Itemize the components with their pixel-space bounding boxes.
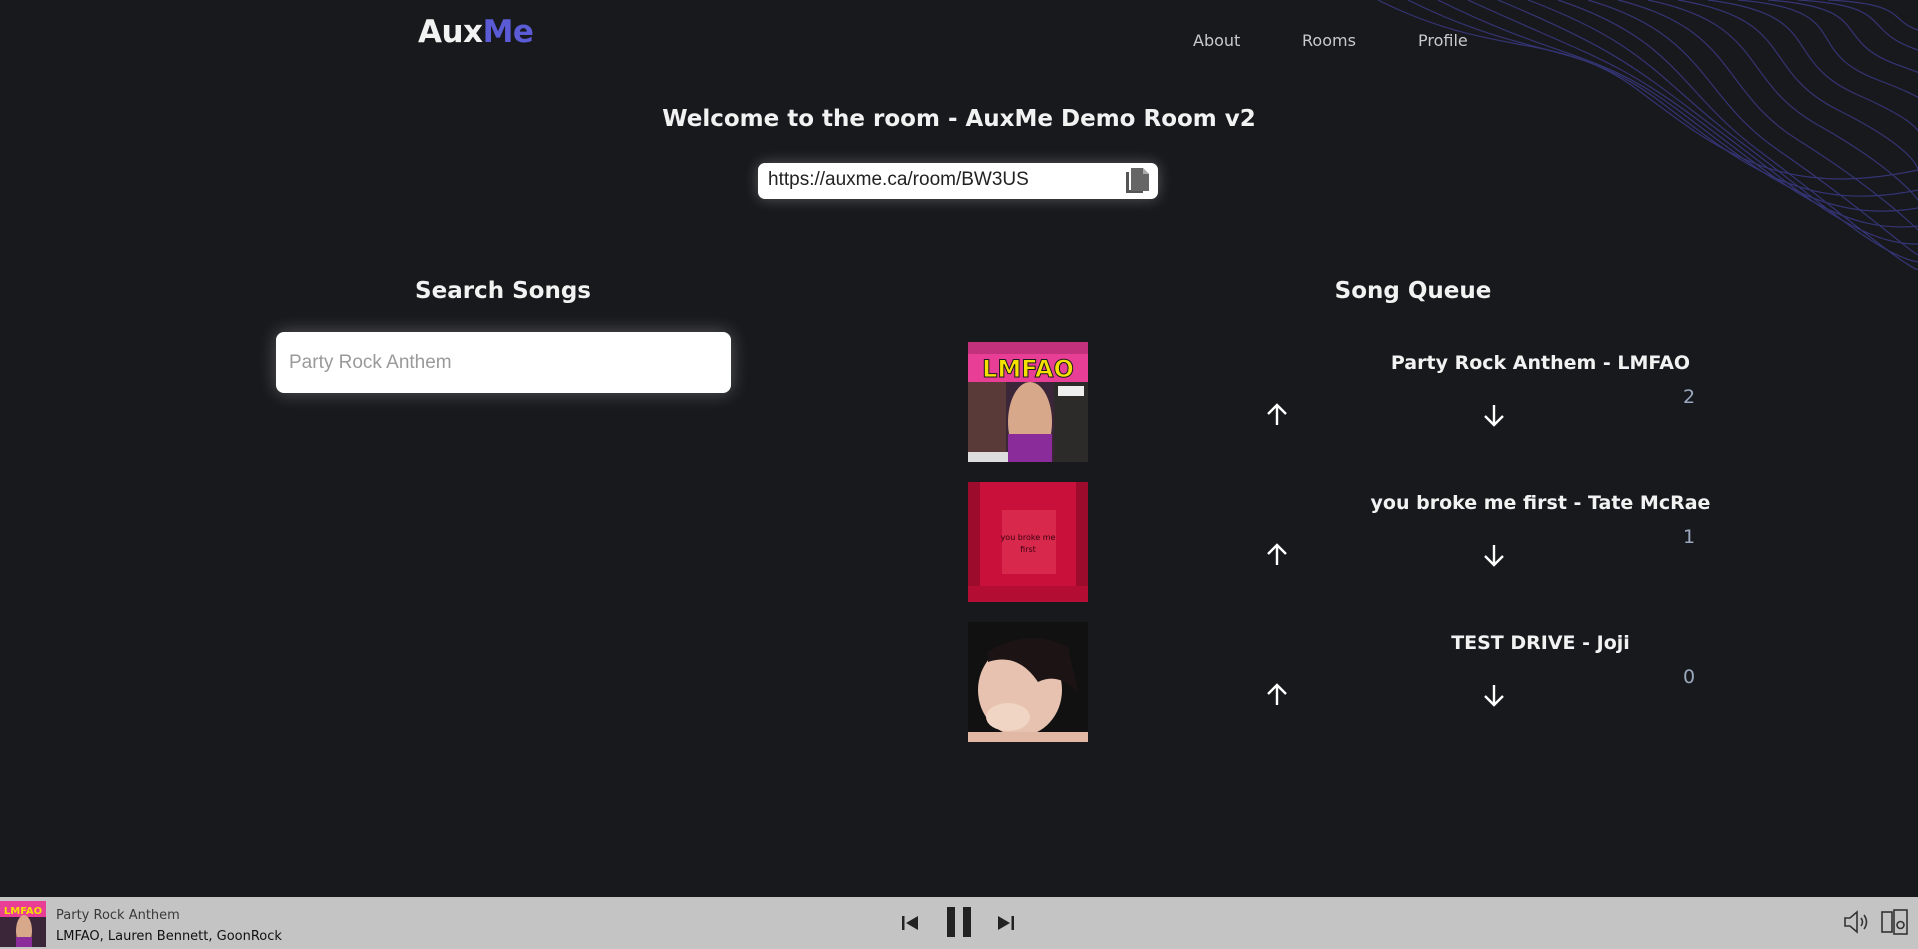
wave-background bbox=[1377, 0, 1918, 270]
room-title: Welcome to the room - AuxMe Demo Room v2 bbox=[662, 106, 1256, 132]
arrow-up-icon[interactable] bbox=[1264, 402, 1290, 428]
nav-profile[interactable]: Profile bbox=[1418, 31, 1468, 50]
room-url-box: https://auxme.ca/room/BW3US bbox=[758, 163, 1158, 199]
nav-rooms[interactable]: Rooms bbox=[1302, 31, 1356, 50]
logo-aux: Aux bbox=[418, 14, 483, 50]
nav-about[interactable]: About bbox=[1193, 31, 1240, 50]
room-url[interactable]: https://auxme.ca/room/BW3US bbox=[768, 169, 1029, 191]
vote-count: 0 bbox=[1683, 666, 1696, 688]
devices-icon[interactable] bbox=[1880, 908, 1910, 936]
vote-count: 1 bbox=[1683, 526, 1696, 548]
queue-item-title: Party Rock Anthem - LMFAO bbox=[1390, 352, 1691, 374]
now-playing-artists[interactable]: LMFAO, Lauren Bennett, GoonRock bbox=[56, 929, 282, 944]
now-playing-track[interactable]: Party Rock Anthem bbox=[56, 908, 180, 923]
album-art: LMFAO bbox=[968, 342, 1088, 462]
now-playing-art[interactable]: LMFAO bbox=[0, 901, 46, 947]
search-input[interactable] bbox=[276, 332, 731, 393]
queue-item: you broke me first you broke me first - … bbox=[968, 482, 1710, 602]
queue-item-title: you broke me first - Tate McRae bbox=[1370, 492, 1711, 514]
svg-text:you broke me: you broke me bbox=[1001, 533, 1056, 542]
album-art bbox=[968, 622, 1088, 742]
arrow-up-icon[interactable] bbox=[1264, 542, 1290, 568]
search-songs-title: Search Songs bbox=[415, 278, 591, 304]
vote-count: 2 bbox=[1683, 386, 1696, 408]
queue-item-title: TEST DRIVE - Joji bbox=[1451, 632, 1630, 654]
arrow-down-icon[interactable] bbox=[1481, 542, 1507, 568]
song-queue-title: Song Queue bbox=[1334, 278, 1492, 304]
volume-icon[interactable] bbox=[1842, 908, 1872, 936]
next-icon[interactable] bbox=[994, 911, 1018, 935]
previous-icon[interactable] bbox=[898, 911, 922, 935]
album-art: you broke me first bbox=[968, 482, 1088, 602]
arrow-down-icon[interactable] bbox=[1481, 682, 1507, 708]
app-logo[interactable]: AuxMe bbox=[418, 14, 534, 50]
arrow-down-icon[interactable] bbox=[1481, 402, 1507, 428]
queue-item: LMFAO Party Rock Anthem - LMFAO 2 bbox=[968, 342, 1708, 462]
playback-bar: LMFAO Party Rock Anthem LMFAO, Lauren Be… bbox=[0, 897, 1918, 949]
svg-text:first: first bbox=[1020, 545, 1036, 554]
copy-icon[interactable] bbox=[1122, 166, 1152, 196]
svg-text:LMFAO: LMFAO bbox=[982, 355, 1074, 383]
arrow-up-icon[interactable] bbox=[1264, 682, 1290, 708]
queue-item: TEST DRIVE - Joji 0 bbox=[968, 622, 1708, 742]
logo-me: Me bbox=[482, 14, 534, 50]
pause-icon[interactable] bbox=[944, 905, 974, 939]
